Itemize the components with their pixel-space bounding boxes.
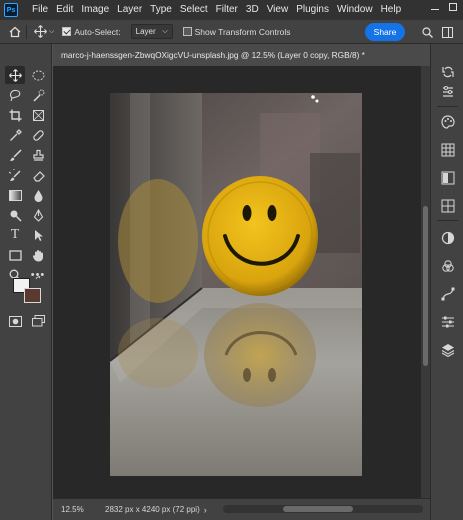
history-brush-tool-icon[interactable] bbox=[5, 166, 25, 184]
menu-file[interactable]: File bbox=[28, 0, 52, 20]
transform-controls-checkbox[interactable] bbox=[182, 27, 192, 36]
status-bar: 12.5% 2832 px x 4240 px (72 ppi) › bbox=[53, 498, 430, 520]
quick-select-tool-icon[interactable] bbox=[28, 86, 48, 104]
menu-select[interactable]: Select bbox=[176, 0, 212, 20]
move-tool-preset-icon[interactable] bbox=[33, 25, 47, 39]
color-icon[interactable] bbox=[440, 114, 455, 129]
auto-select-label: Auto-Select: bbox=[74, 26, 121, 37]
chevron-right-icon[interactable]: › bbox=[204, 505, 207, 515]
right-panel-dock bbox=[430, 44, 463, 520]
gradient-tool-icon[interactable] bbox=[5, 186, 25, 204]
zoom-level[interactable]: 12.5% bbox=[61, 505, 91, 514]
auto-select-checkbox[interactable] bbox=[62, 27, 72, 36]
swap-colors-icon[interactable] bbox=[35, 275, 43, 284]
quick-mask-icon[interactable] bbox=[5, 312, 25, 330]
lasso-tool-icon[interactable] bbox=[5, 86, 25, 104]
properties-panel-icon[interactable] bbox=[440, 84, 455, 99]
home-icon[interactable] bbox=[8, 25, 22, 39]
scrollbar-thumb[interactable] bbox=[283, 506, 353, 512]
healing-brush-tool-icon[interactable] bbox=[28, 126, 48, 144]
menu-type[interactable]: Type bbox=[146, 0, 176, 20]
menu-image[interactable]: Image bbox=[77, 0, 113, 20]
document-title: marco-j-haenssgen-ZbwqOXigcVU-unsplash.j… bbox=[61, 50, 365, 60]
menu-help[interactable]: Help bbox=[377, 0, 406, 20]
canvas-area[interactable] bbox=[53, 66, 421, 498]
background-color-swatch[interactable] bbox=[24, 288, 41, 303]
transform-controls-label: Show Transform Controls bbox=[194, 26, 291, 37]
share-button[interactable]: Share bbox=[365, 23, 405, 41]
menu-plugins[interactable]: Plugins bbox=[292, 0, 333, 20]
brush-tool-icon[interactable] bbox=[5, 146, 25, 164]
divider bbox=[437, 106, 458, 107]
paths-icon[interactable] bbox=[440, 286, 455, 301]
frame-tool-icon[interactable] bbox=[28, 106, 48, 124]
menu-view[interactable]: View bbox=[263, 0, 293, 20]
search-icon[interactable] bbox=[420, 25, 434, 39]
scrollbar-thumb[interactable] bbox=[423, 206, 428, 366]
smiley-photo bbox=[110, 93, 362, 476]
photoshop-logo: Ps bbox=[4, 3, 18, 17]
menu-layer[interactable]: Layer bbox=[113, 0, 146, 20]
horizontal-scrollbar[interactable] bbox=[223, 505, 423, 513]
options-bar: ⌵ Auto-Select: Layer ⌵ Show Transform Co… bbox=[0, 20, 463, 44]
menu-filter[interactable]: Filter bbox=[212, 0, 242, 20]
dropdown-value: Layer bbox=[135, 27, 156, 36]
properties-icon[interactable] bbox=[440, 314, 455, 329]
rectangle-tool-icon[interactable] bbox=[5, 246, 25, 264]
document-tab[interactable]: marco-j-haenssgen-ZbwqOXigcVU-unsplash.j… bbox=[53, 44, 430, 66]
history-icon[interactable] bbox=[440, 64, 455, 79]
patterns-icon[interactable] bbox=[440, 198, 455, 213]
divider bbox=[26, 24, 27, 39]
minimize-icon[interactable] bbox=[431, 4, 439, 10]
menu-bar: Ps File Edit Image Layer Type Select Fil… bbox=[0, 0, 463, 20]
document-info: 2832 px x 4240 px (72 ppi) bbox=[105, 505, 200, 514]
marquee-tool-icon[interactable] bbox=[28, 66, 48, 84]
eyedropper-tool-icon[interactable] bbox=[5, 126, 25, 144]
gradients-icon[interactable] bbox=[440, 170, 455, 185]
auto-select-target-dropdown[interactable]: Layer ⌵ bbox=[130, 24, 173, 39]
chevron-down-icon[interactable]: ⌵ bbox=[49, 28, 54, 36]
hand-tool-icon[interactable] bbox=[28, 246, 48, 264]
window-controls bbox=[431, 3, 457, 11]
type-tool-icon[interactable]: T bbox=[5, 226, 25, 244]
divider bbox=[437, 220, 458, 221]
document-tab-bar: marco-j-haenssgen-ZbwqOXigcVU-unsplash.j… bbox=[53, 44, 430, 66]
workspace-icon[interactable] bbox=[440, 25, 454, 39]
blur-tool-icon[interactable] bbox=[28, 186, 48, 204]
pen-tool-icon[interactable] bbox=[28, 206, 48, 224]
menu-3d[interactable]: 3D bbox=[242, 0, 263, 20]
swatches-icon[interactable] bbox=[440, 142, 455, 157]
dodge-tool-icon[interactable] bbox=[5, 206, 25, 224]
menu-edit[interactable]: Edit bbox=[52, 0, 77, 20]
crop-tool-icon[interactable] bbox=[5, 106, 25, 124]
tools-panel: T ••• bbox=[0, 44, 52, 520]
channels-icon[interactable] bbox=[440, 258, 455, 273]
layers-icon[interactable] bbox=[440, 342, 455, 357]
clone-stamp-tool-icon[interactable] bbox=[28, 146, 48, 164]
path-select-tool-icon[interactable] bbox=[28, 226, 48, 244]
move-tool-icon[interactable] bbox=[5, 66, 25, 84]
vertical-scrollbar[interactable] bbox=[421, 66, 430, 498]
document-canvas-image[interactable] bbox=[110, 93, 362, 476]
chevron-down-icon: ⌵ bbox=[162, 27, 168, 35]
menu-window[interactable]: Window bbox=[333, 0, 377, 20]
maximize-icon[interactable] bbox=[449, 3, 457, 11]
adjustments-icon[interactable] bbox=[440, 230, 455, 245]
screen-mode-icon[interactable] bbox=[28, 312, 48, 330]
eraser-tool-icon[interactable] bbox=[28, 166, 48, 184]
